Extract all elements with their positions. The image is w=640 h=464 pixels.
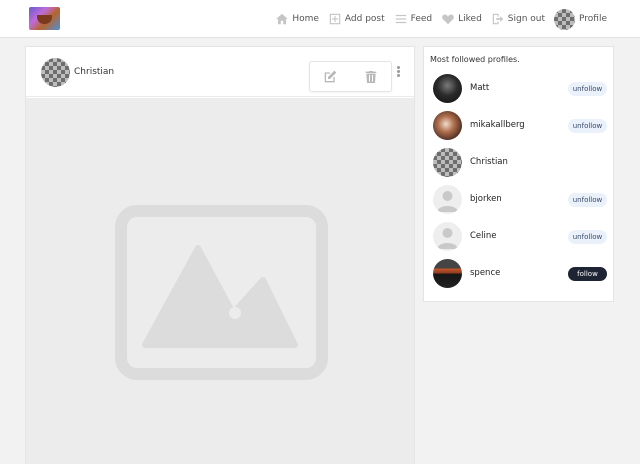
unfollow-button[interactable]: unfollow	[568, 82, 607, 96]
navbar: Home Add post Feed Liked Sign out Profil…	[0, 0, 640, 38]
profile-row: Celine unfollow	[424, 219, 613, 253]
profile-name[interactable]: Celine	[470, 231, 497, 241]
sign-out-icon	[492, 13, 504, 25]
nav-add-post-label: Add post	[344, 14, 385, 24]
profile-avatar[interactable]	[433, 111, 462, 140]
delete-button[interactable]	[363, 69, 379, 85]
heart-icon	[442, 14, 454, 25]
profile-name[interactable]: Matt	[470, 83, 489, 93]
image-placeholder-icon	[115, 205, 328, 380]
follow-button[interactable]: follow	[568, 267, 607, 281]
profile-row: Christian	[424, 145, 613, 179]
nav-sign-out-label: Sign out	[507, 14, 546, 24]
nav-profile-label: Profile	[579, 14, 607, 24]
post-header: Christian	[26, 47, 414, 97]
post-image	[26, 98, 414, 464]
nav-home-link[interactable]: Home	[275, 12, 319, 26]
profile-name[interactable]: spence	[470, 268, 500, 278]
more-vertical-icon[interactable]	[394, 66, 402, 79]
nav-add-post-link[interactable]: Add post	[328, 12, 385, 26]
sidebar-title: Most followed profiles.	[430, 55, 520, 64]
profile-avatar[interactable]	[433, 148, 462, 177]
most-followed-sidebar: Most followed profiles. Matt unfollow mi…	[423, 46, 614, 302]
profile-avatar[interactable]	[433, 185, 462, 214]
profile-name[interactable]: Christian	[470, 157, 508, 167]
edit-icon	[324, 70, 337, 83]
nav-profile-link[interactable]: Profile	[554, 8, 607, 30]
unfollow-button[interactable]: unfollow	[568, 193, 607, 207]
profile-avatar[interactable]	[433, 222, 462, 251]
post-actions-popover	[309, 61, 392, 92]
nav-feed-label: Feed	[410, 14, 433, 24]
feed-icon	[395, 14, 406, 24]
nav-sign-out-link[interactable]: Sign out	[491, 12, 545, 26]
profile-avatar[interactable]	[433, 74, 462, 103]
default-user-icon	[437, 191, 458, 212]
profile-row: mikakallberg unfollow	[424, 108, 613, 142]
profile-avatar[interactable]	[433, 259, 462, 288]
edit-button[interactable]	[322, 69, 338, 85]
unfollow-button[interactable]: unfollow	[568, 230, 607, 244]
profile-name[interactable]: bjorken	[470, 194, 502, 204]
post-card: Christian	[25, 46, 415, 464]
nav-links: Home Add post Feed Liked Sign out Profil…	[266, 0, 607, 38]
nav-feed-link[interactable]: Feed	[394, 12, 432, 26]
profile-row: spence follow	[424, 256, 613, 290]
profile-row: bjorken unfollow	[424, 182, 613, 216]
nav-liked-link[interactable]: Liked	[441, 12, 482, 26]
add-post-icon	[329, 13, 341, 25]
post-author-avatar[interactable]	[41, 58, 70, 87]
nav-liked-label: Liked	[458, 14, 482, 24]
profile-name[interactable]: mikakallberg	[470, 120, 525, 130]
app-logo[interactable]	[29, 7, 60, 30]
nav-home-label: Home	[292, 14, 319, 24]
home-icon	[276, 13, 289, 25]
default-user-icon	[437, 228, 458, 249]
post-author-name[interactable]: Christian	[74, 67, 114, 77]
avatar	[554, 8, 576, 30]
unfollow-button[interactable]: unfollow	[568, 119, 607, 133]
profile-row: Matt unfollow	[424, 71, 613, 105]
trash-icon	[365, 71, 377, 83]
